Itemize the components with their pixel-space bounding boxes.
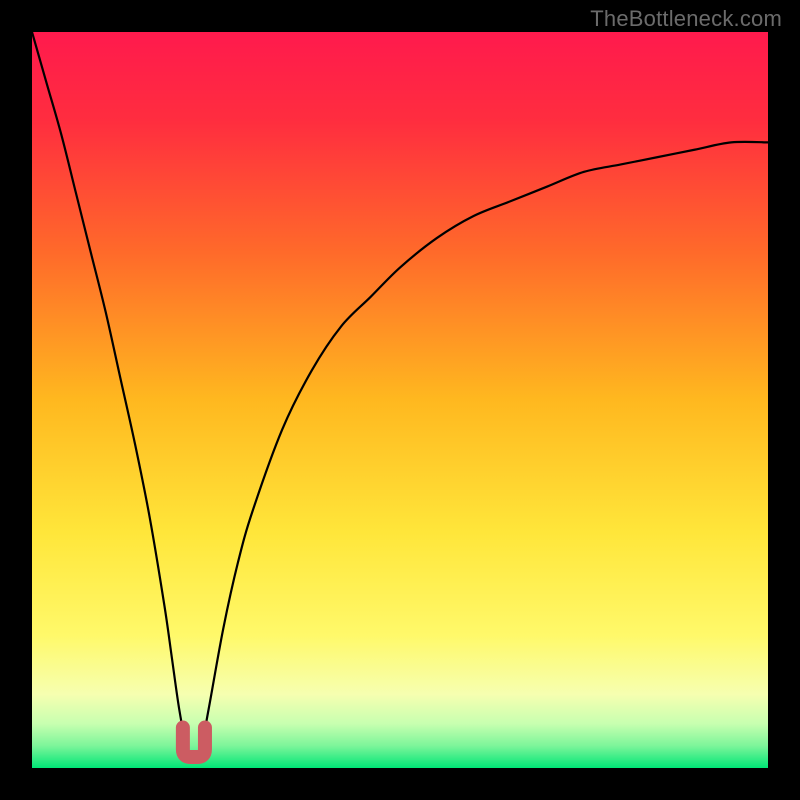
- plot-area: [32, 32, 768, 768]
- chart-frame: TheBottleneck.com: [0, 0, 800, 800]
- bottleneck-chart: [32, 32, 768, 768]
- gradient-background: [32, 32, 768, 768]
- watermark-text: TheBottleneck.com: [590, 6, 782, 32]
